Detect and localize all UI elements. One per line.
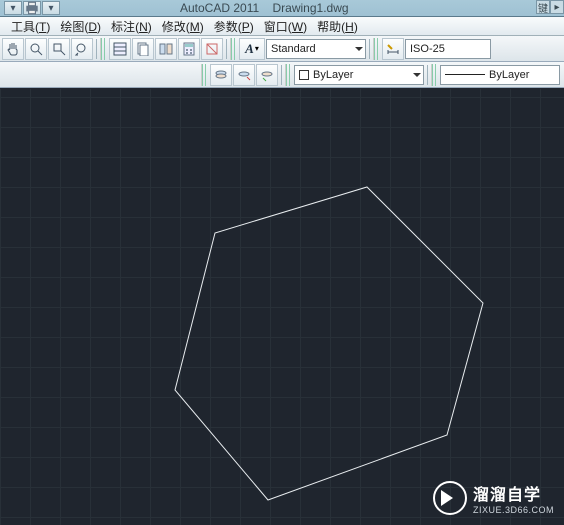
layer-states-button[interactable] (210, 64, 232, 86)
toolbar-grip[interactable] (285, 64, 291, 86)
sheet-set-button[interactable] (132, 38, 154, 60)
separator (369, 39, 370, 59)
separator (96, 39, 97, 59)
chevron-down-icon (413, 73, 421, 81)
color-value: ByLayer (313, 69, 353, 81)
palette-icon (159, 42, 173, 56)
toolbar-grip[interactable] (431, 64, 437, 86)
sheet-icon (136, 42, 150, 56)
keyword-button[interactable]: 键 (536, 0, 550, 14)
title-bar: ▾ ▾ AutoCAD 2011 Drawing1.dwg 键 ▸ (0, 0, 564, 17)
text-style-dropdown[interactable]: Standard (266, 39, 366, 59)
window-title: AutoCAD 2011 Drawing1.dwg (180, 1, 349, 15)
separator (427, 65, 428, 85)
menu-dim[interactable]: 标注(N) (106, 16, 157, 37)
app-name: AutoCAD 2011 (180, 1, 259, 15)
toolbar-grip[interactable] (100, 38, 106, 60)
watermark: 溜溜自学 ZIXUE.3D66.COM (433, 481, 554, 515)
menu-help[interactable]: 帮助(H) (312, 16, 363, 37)
chevron-right-icon: ▸ (554, 2, 559, 13)
calc-button[interactable] (178, 38, 200, 60)
layer-uniso-icon (260, 68, 274, 82)
linetype-dropdown[interactable]: ByLayer (440, 65, 560, 85)
title-extra-buttons: 键 ▸ (536, 0, 564, 14)
menu-bar: 工具(T) 绘图(D) 标注(N) 修改(M) 参数(P) 窗口(W) 帮助(H… (0, 17, 564, 36)
file-name: Drawing1.dwg (273, 1, 349, 15)
text-style-button[interactable]: A ▾ (239, 38, 265, 60)
text-style-value: Standard (271, 43, 316, 55)
properties-icon (113, 42, 127, 56)
layers-toolbar: ByLayer ByLayer (0, 62, 564, 88)
zoom-previous-button[interactable] (71, 38, 93, 60)
layer-uniso-button[interactable] (256, 64, 278, 86)
markup-icon (205, 42, 219, 56)
zoom-window-icon (52, 42, 66, 56)
play-icon (433, 481, 467, 515)
titlebar-chevron[interactable]: ▸ (550, 0, 564, 14)
linetype-value: ByLayer (489, 69, 529, 81)
separator (226, 39, 227, 59)
qat-dropdown[interactable]: ▾ (4, 1, 22, 15)
qat-more[interactable]: ▾ (42, 1, 60, 15)
menu-window[interactable]: 窗口(W) (259, 16, 312, 37)
zoom-extents-button[interactable] (25, 38, 47, 60)
hexagon-polyline[interactable] (175, 187, 483, 500)
color-swatch-icon (299, 70, 309, 80)
menu-draw[interactable]: 绘图(D) (55, 16, 106, 37)
separator (281, 65, 282, 85)
drawing-area[interactable]: 溜溜自学 ZIXUE.3D66.COM (0, 89, 564, 525)
menu-param[interactable]: 参数(P) (209, 16, 259, 37)
pan-button[interactable] (2, 38, 24, 60)
chevron-down-icon (355, 47, 363, 55)
zoom-window-button[interactable] (48, 38, 70, 60)
pan-icon (6, 42, 20, 56)
dim-style-dropdown[interactable]: ISO-25 (405, 39, 491, 59)
text-A-icon: A (245, 41, 254, 57)
chevron-down-icon: ▾ (255, 44, 259, 53)
zoom-prev-icon (75, 42, 89, 56)
zoom-icon (29, 42, 43, 56)
layer-states-icon (214, 68, 228, 82)
print-icon (24, 0, 40, 16)
layer-iso-icon (237, 68, 251, 82)
properties-button[interactable] (109, 38, 131, 60)
chevron-down-icon: ▾ (10, 3, 15, 14)
menu-tools[interactable]: 工具(T) (6, 16, 55, 37)
dim-style-value: ISO-25 (410, 43, 445, 55)
model-geometry (0, 89, 564, 525)
tool-palettes-button[interactable] (155, 38, 177, 60)
chevron-down-icon: ▾ (48, 3, 53, 14)
print-button[interactable] (23, 1, 41, 15)
toolbar-grip[interactable] (201, 64, 207, 86)
calc-icon (182, 42, 196, 56)
layer-iso-button[interactable] (233, 64, 255, 86)
toolbar-grip[interactable] (373, 38, 379, 60)
color-dropdown[interactable]: ByLayer (294, 65, 424, 85)
dimension-icon (386, 42, 400, 56)
markup-button[interactable] (201, 38, 223, 60)
dim-style-button[interactable] (382, 38, 404, 60)
menu-modify[interactable]: 修改(M) (157, 16, 209, 37)
watermark-title: 溜溜自学 (473, 481, 554, 505)
quick-access-toolbar: ▾ ▾ (0, 1, 60, 15)
standard-toolbar: A ▾ Standard ISO-25 (0, 36, 564, 62)
toolbar-grip[interactable] (230, 38, 236, 60)
linetype-preview-icon (445, 74, 485, 75)
watermark-sub: ZIXUE.3D66.COM (473, 505, 554, 515)
